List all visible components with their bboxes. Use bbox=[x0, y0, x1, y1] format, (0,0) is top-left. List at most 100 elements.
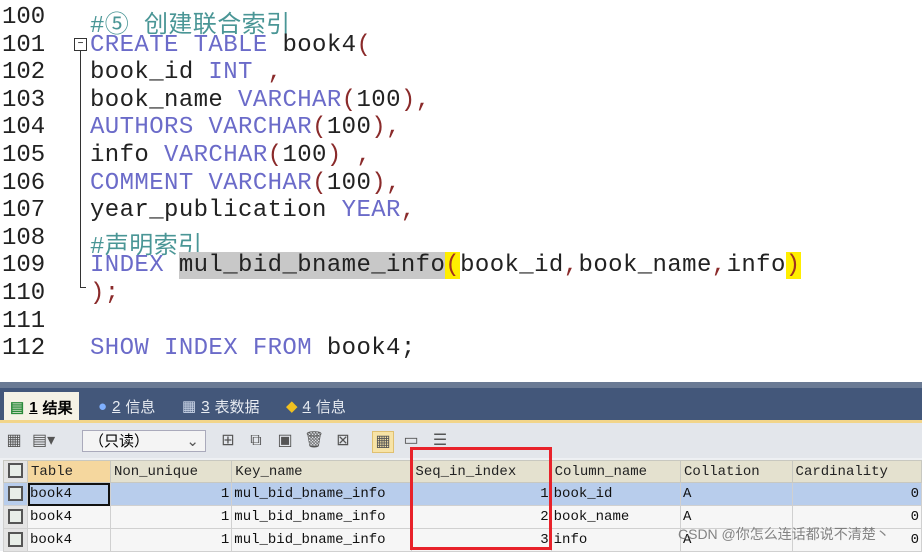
table-cell[interactable]: 1 bbox=[109, 482, 233, 506]
duplicate-row-icon[interactable]: ⧉ bbox=[246, 431, 266, 451]
table-cell[interactable]: 0 bbox=[791, 482, 922, 506]
code-line: book_id INT , bbox=[90, 59, 282, 86]
table-cell[interactable]: book4 bbox=[27, 528, 111, 552]
table-cell[interactable]: 1 bbox=[109, 528, 233, 552]
line-number: 100 bbox=[2, 4, 46, 31]
tab-info-2[interactable]: ◆ 4 信息 bbox=[280, 392, 352, 420]
code-token: ) bbox=[785, 252, 801, 280]
line-number: 107 bbox=[2, 197, 46, 225]
line-number: 103 bbox=[2, 86, 46, 114]
column-header[interactable]: Non_unique bbox=[109, 460, 233, 483]
edit-mode-select[interactable]: （只读） ⌄ bbox=[82, 430, 206, 452]
code-line: COMMENT VARCHAR(100), bbox=[90, 170, 401, 197]
table-cell[interactable]: 1 bbox=[411, 482, 552, 506]
form-view-icon[interactable]: ▭ bbox=[401, 431, 421, 451]
tab-table-data[interactable]: ▦ 3 表数据 bbox=[176, 392, 266, 420]
code-token: 100 bbox=[356, 86, 401, 114]
code-token: CREATE TABLE bbox=[90, 31, 268, 59]
column-header[interactable]: Column_name bbox=[550, 460, 682, 483]
table-cell[interactable]: 1 bbox=[109, 505, 233, 529]
code-token: info bbox=[726, 252, 786, 280]
table-cell[interactable]: book4 bbox=[27, 505, 111, 529]
row-checkbox[interactable] bbox=[2, 505, 29, 529]
save-icon[interactable]: ▣ bbox=[275, 431, 295, 451]
code-token: book_name bbox=[90, 86, 239, 114]
code-token: ( bbox=[341, 86, 357, 114]
code-token: book4; bbox=[312, 335, 416, 363]
fold-line-end bbox=[80, 287, 86, 288]
code-token: ( bbox=[312, 169, 327, 197]
cancel-changes-icon[interactable]: ⊠ bbox=[333, 431, 353, 451]
table-cell[interactable]: book4 bbox=[27, 482, 111, 506]
table-cell[interactable]: A bbox=[680, 482, 793, 506]
table-cell[interactable]: mul_bid_bname_info bbox=[231, 528, 413, 552]
table-cell[interactable]: 3 bbox=[411, 528, 552, 552]
insert-row-icon[interactable]: ⊞ bbox=[218, 431, 238, 451]
line-number: 102 bbox=[2, 59, 46, 87]
chevron-down-icon: ⌄ bbox=[186, 433, 199, 450]
code-token: , bbox=[252, 59, 283, 87]
grid-view-icon[interactable]: ▦ bbox=[372, 431, 394, 453]
delete-icon[interactable]: 🗑 bbox=[304, 431, 324, 451]
code-token: VARCHAR bbox=[238, 86, 342, 114]
code-token: year_publication bbox=[90, 197, 342, 225]
column-header[interactable]: Seq_in_index bbox=[411, 460, 552, 483]
code-token: book4 bbox=[267, 31, 357, 59]
code-token: , bbox=[563, 252, 579, 280]
line-number: 111 bbox=[2, 307, 46, 335]
code-token: book_name bbox=[578, 252, 712, 280]
column-header[interactable]: Key_name bbox=[231, 460, 413, 483]
line-number: 106 bbox=[2, 169, 46, 197]
row-checkbox[interactable] bbox=[2, 528, 29, 552]
row-checkbox[interactable] bbox=[2, 482, 29, 506]
table-cell[interactable]: 2 bbox=[411, 505, 552, 529]
code-line: ); bbox=[90, 280, 120, 307]
import-dropdown-icon[interactable]: ▤▾ bbox=[32, 431, 55, 451]
code-line: SHOW INDEX FROM book4; bbox=[90, 335, 416, 362]
code-line: info VARCHAR(100) , bbox=[90, 142, 371, 169]
fold-line bbox=[80, 51, 81, 287]
result-grid-icon: ▤ bbox=[10, 399, 25, 416]
select-all-checkbox[interactable] bbox=[2, 460, 29, 483]
tab-info[interactable]: ● 2 信息 bbox=[92, 392, 161, 420]
code-token: ( bbox=[445, 252, 461, 280]
result-tabs: ▤ 1 结果 ● 2 信息 ▦ 3 表数据 ◆ 4 信息 bbox=[0, 382, 922, 422]
text-view-icon[interactable]: ☰ bbox=[430, 431, 450, 451]
line-number: 108 bbox=[2, 224, 46, 252]
table-cell[interactable]: mul_bid_bname_info bbox=[231, 482, 413, 506]
column-header[interactable]: Table bbox=[27, 460, 111, 483]
table-row[interactable]: book4 1 mul_bid_bname_info 1 book_id A 0 bbox=[2, 482, 922, 506]
export-icon[interactable]: ▦ bbox=[4, 431, 24, 451]
code-token: 100 bbox=[326, 169, 372, 197]
info-shapes-icon: ◆ bbox=[286, 398, 298, 415]
code-token: VARCHAR bbox=[164, 142, 268, 169]
tab-result[interactable]: ▤ 1 结果 bbox=[4, 392, 79, 422]
code-token: ), bbox=[371, 114, 401, 142]
code-line: book_name VARCHAR(100), bbox=[90, 87, 431, 114]
code-token: VARCHAR bbox=[208, 169, 313, 197]
code-token: ) , bbox=[326, 142, 372, 169]
column-header[interactable]: Collation bbox=[680, 460, 793, 483]
code-token: YEAR bbox=[341, 197, 401, 225]
code-token: book_id bbox=[460, 252, 564, 280]
fold-toggle-icon[interactable]: − bbox=[74, 38, 87, 51]
table-cell[interactable]: info bbox=[550, 528, 682, 552]
line-number: 101 bbox=[2, 31, 46, 59]
line-number: 112 bbox=[2, 335, 46, 363]
table-cell[interactable]: book_id bbox=[550, 482, 682, 506]
sql-editor[interactable]: 100 #⑤ 创建联合索引 101 CREATE TABLE book4(102 boo… bbox=[0, 0, 922, 382]
line-number: 105 bbox=[2, 142, 46, 169]
code-line: year_publication YEAR, bbox=[90, 197, 416, 224]
code-line: CREATE TABLE book4( bbox=[90, 32, 371, 59]
column-header[interactable]: Cardinality bbox=[791, 460, 922, 483]
code-token: VARCHAR bbox=[208, 114, 313, 142]
table-cell[interactable]: mul_bid_bname_info bbox=[231, 505, 413, 529]
table-cell[interactable]: book_name bbox=[550, 505, 682, 529]
line-number: 109 bbox=[2, 252, 46, 280]
code-token: ( bbox=[267, 142, 283, 169]
code-token: COMMENT bbox=[90, 169, 194, 197]
code-token: ), bbox=[371, 169, 401, 197]
